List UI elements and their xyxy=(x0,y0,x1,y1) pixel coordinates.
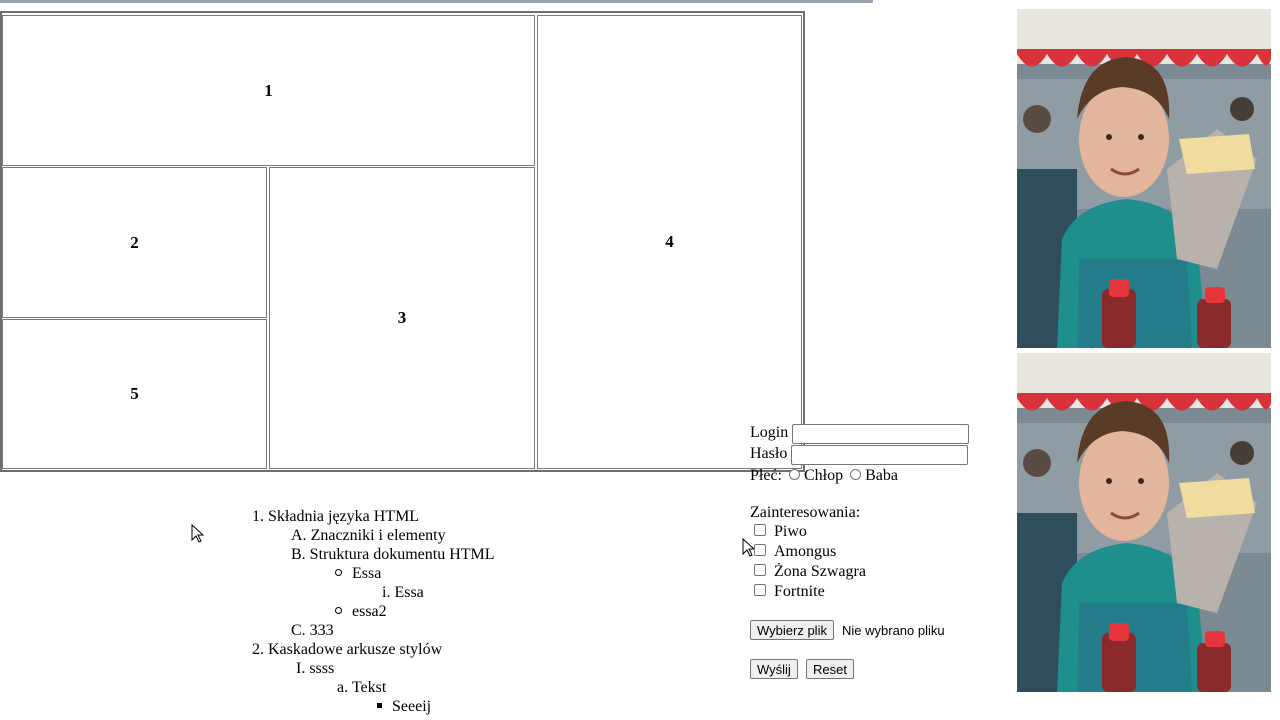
list-number: i. xyxy=(382,584,391,601)
registration-form: Login Hasło Płeć: Chłop Baba Zainteresow… xyxy=(750,422,1010,692)
photo-image xyxy=(1017,9,1271,348)
list-label: Struktura dokumentu HTML xyxy=(309,546,495,563)
choose-file-button[interactable]: Wybierz plik xyxy=(750,620,834,640)
list-item: essa2 xyxy=(335,602,387,621)
reset-button[interactable]: Reset xyxy=(806,659,854,679)
list-item: B. Struktura dokumentu HTML xyxy=(291,545,495,564)
cell-label: 3 xyxy=(397,308,407,327)
password-input[interactable] xyxy=(791,445,968,465)
interest-checkbox-amongus[interactable] xyxy=(754,544,766,556)
list-label: Znaczniki i elementy xyxy=(310,527,446,544)
list-item: 2. Kaskadowe arkusze stylów xyxy=(252,640,442,659)
list-item: i. Essa xyxy=(382,583,424,602)
gender-radio-baba[interactable] xyxy=(850,468,862,480)
login-label: Login xyxy=(750,424,789,441)
list-item: 1. Składnia języka HTML xyxy=(252,507,419,526)
list-number: A. xyxy=(291,527,307,544)
list-label: Essa xyxy=(352,565,382,582)
list-item: A. Znaczniki i elementy xyxy=(291,526,446,545)
interest-label: Fortnite xyxy=(774,583,825,600)
cell-label: 4 xyxy=(665,232,674,251)
photo-image xyxy=(1017,353,1271,692)
interest-label: Amongus xyxy=(774,543,837,560)
page: 1 4 2 3 5 1. Składnia języka HTML A. Zna… xyxy=(0,0,1280,720)
list-label: Kaskadowe arkusze stylów xyxy=(268,641,443,658)
photo-illustration xyxy=(1017,353,1271,692)
circle-bullet-icon xyxy=(335,606,342,614)
list-number: B. xyxy=(291,546,306,563)
mouse-cursor-icon xyxy=(191,524,205,543)
list-number: 1. xyxy=(252,508,264,525)
table-cell-2: 2 xyxy=(2,167,267,318)
interest-item: Fortnite xyxy=(754,583,825,601)
table-cell-4: 4 xyxy=(537,15,802,469)
table-cell-1: 1 xyxy=(2,15,535,166)
interest-item: Piwo xyxy=(754,523,807,541)
interest-checkbox-piwo[interactable] xyxy=(754,524,766,536)
list-item: a. Tekst xyxy=(337,678,386,697)
gender-option-label: Baba xyxy=(865,467,898,484)
interest-item: Żona Szwagra xyxy=(754,563,866,581)
list-label: Składnia języka HTML xyxy=(268,508,420,525)
list-number: 2. xyxy=(252,641,264,658)
submit-button[interactable]: Wyślij xyxy=(750,659,798,679)
cell-label: 1 xyxy=(264,80,273,100)
cell-label: 5 xyxy=(130,384,139,403)
login-input[interactable] xyxy=(792,424,969,444)
square-bullet-icon xyxy=(377,702,382,708)
layout-table: 1 4 2 3 5 xyxy=(0,11,805,472)
gender-radio-chlop[interactable] xyxy=(789,468,800,480)
file-status: Nie wybrano pliku xyxy=(842,623,945,638)
list-item: Essa xyxy=(335,564,381,583)
interest-item: Amongus xyxy=(754,543,836,561)
interest-label: Żona Szwagra xyxy=(774,563,866,580)
list-item: C. 333 xyxy=(291,621,334,640)
top-rule xyxy=(0,0,873,3)
list-label: essa2 xyxy=(352,603,387,620)
password-label: Hasło xyxy=(750,445,788,462)
list-number: I. xyxy=(296,660,306,677)
interests-label: Zainteresowania: xyxy=(750,504,861,521)
gender-label: Płeć: xyxy=(750,467,782,484)
table-cell-5: 5 xyxy=(2,319,267,469)
cell-label: 2 xyxy=(130,232,139,252)
gender-option-label: Chłop xyxy=(804,467,844,484)
list-item: Seeeij xyxy=(377,697,431,716)
list-label: 333 xyxy=(309,622,334,639)
list-item: I. ssss xyxy=(296,659,334,678)
interest-checkbox-zona-szwagra[interactable] xyxy=(754,564,766,576)
table-cell-3: 3 xyxy=(269,167,535,469)
list-number: C. xyxy=(291,622,306,639)
list-label: Tekst xyxy=(351,679,387,696)
list-label: Seeeij xyxy=(392,698,432,715)
interest-checkbox-fortnite[interactable] xyxy=(754,584,766,596)
list-label: ssss xyxy=(309,660,335,677)
circle-bullet-icon xyxy=(335,568,342,576)
list-label: Essa xyxy=(394,584,424,601)
gender-row: Płeć: Chłop Baba xyxy=(750,467,898,485)
list-number: a. xyxy=(337,679,349,696)
interest-label: Piwo xyxy=(774,523,807,540)
photo-illustration xyxy=(1017,9,1271,348)
